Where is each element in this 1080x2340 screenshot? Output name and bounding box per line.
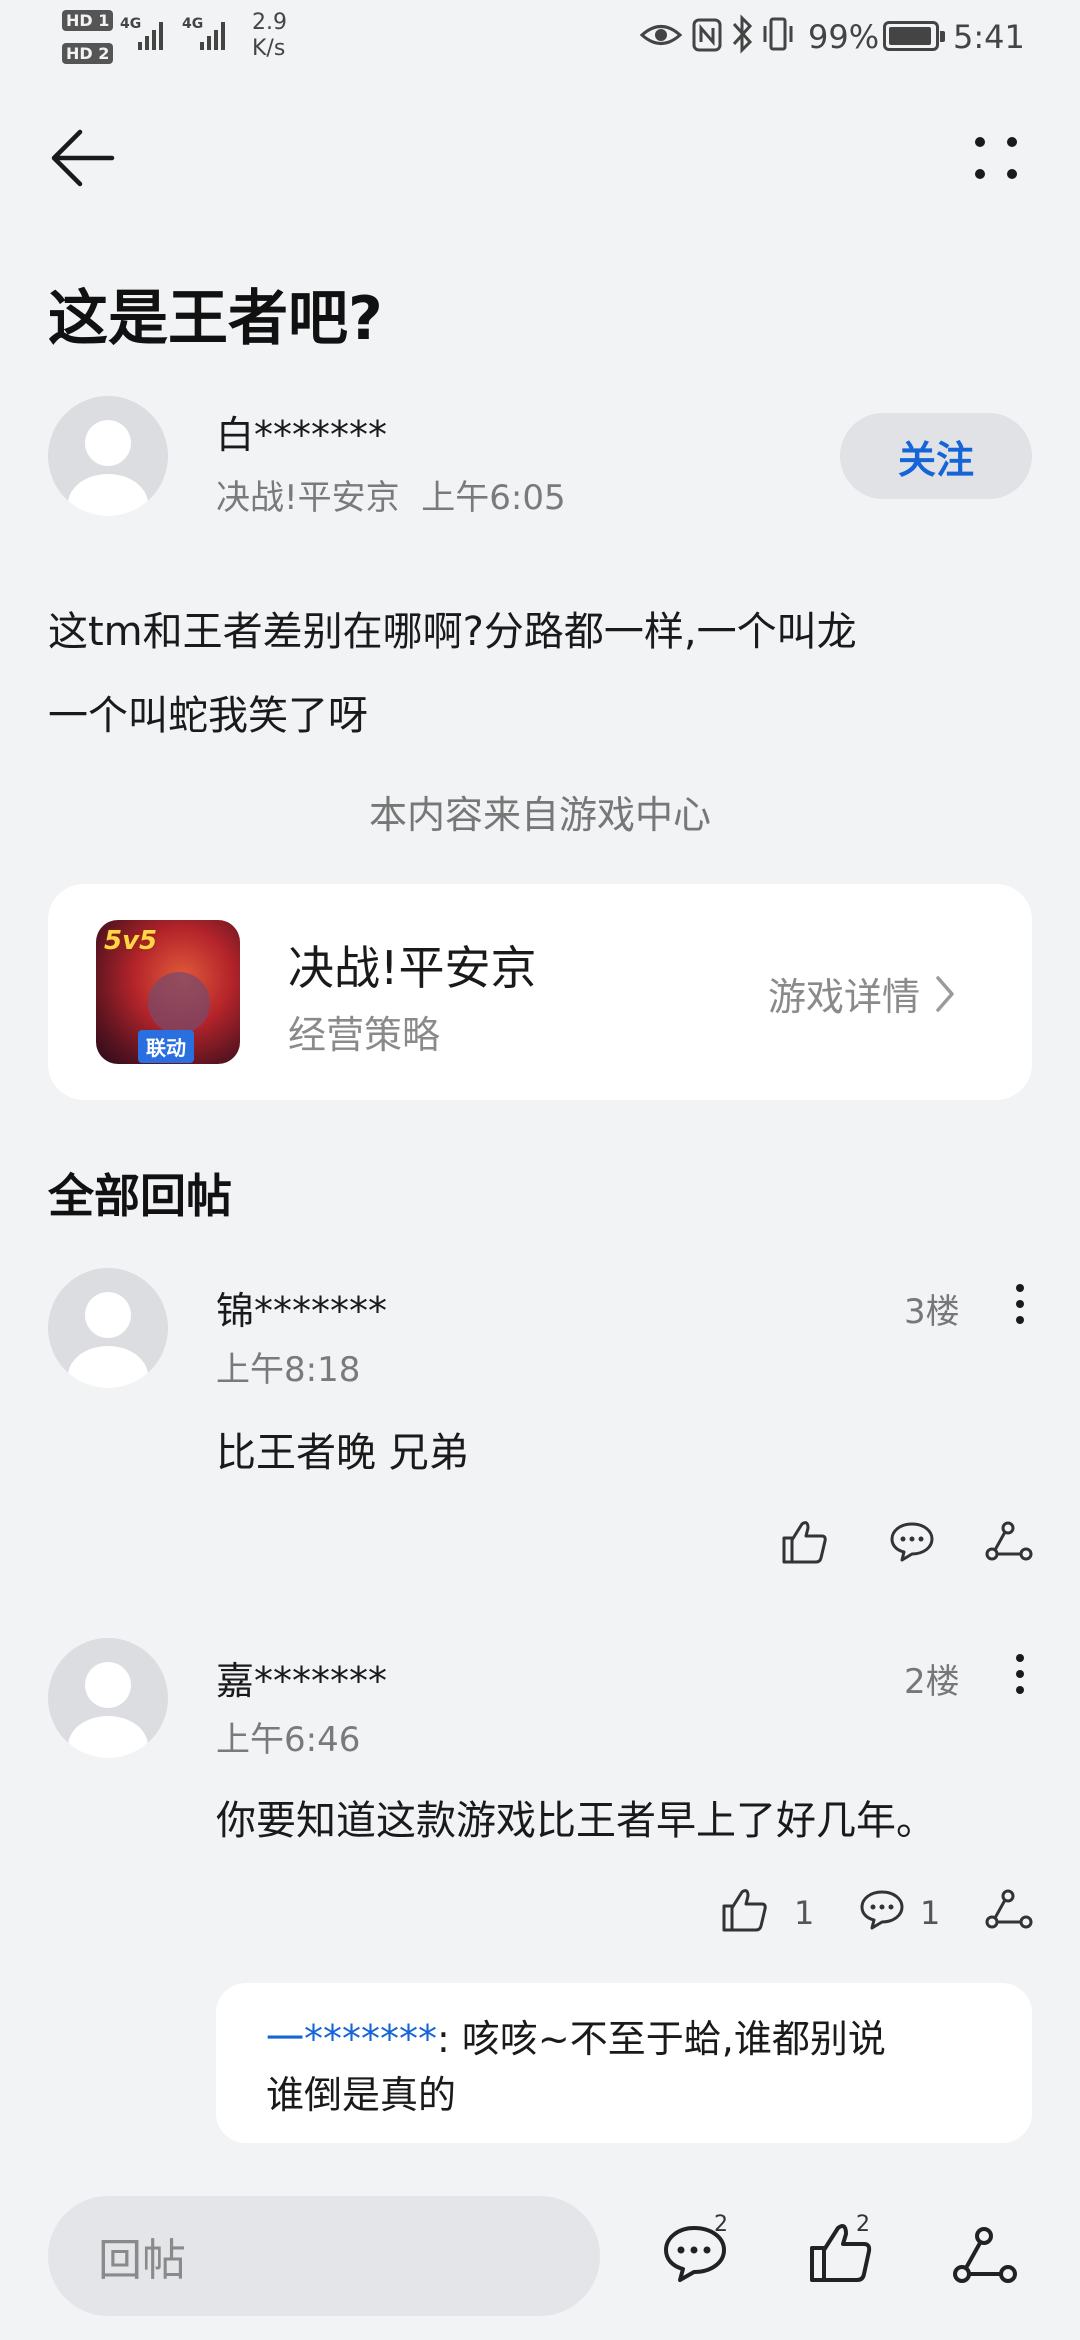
share-icon[interactable] (984, 1520, 1034, 1564)
more-dots-icon[interactable] (966, 128, 1026, 188)
post-game: 决战!平安京 (216, 478, 400, 518)
net-speed-value: 2.9 (252, 10, 287, 35)
reply-avatar[interactable] (48, 1268, 168, 1388)
author-avatar[interactable] (48, 396, 168, 516)
game-icon-tag: 联动 (138, 1030, 194, 1063)
bottom-comment-count: 2 (714, 2212, 728, 2237)
vibrate-icon (763, 17, 793, 51)
reply-floor: 2楼 (904, 1662, 960, 1702)
comment-icon[interactable] (888, 1520, 936, 1564)
reply-author[interactable]: 锦******* (216, 1280, 387, 1335)
share-icon[interactable] (950, 2224, 1020, 2288)
author-name[interactable]: 白******* (216, 404, 387, 459)
back-arrow-icon[interactable] (48, 126, 118, 190)
sub-reply-separator: : (437, 2017, 450, 2061)
reply-floor: 3楼 (904, 1292, 960, 1332)
bottom-like-count: 2 (856, 2212, 870, 2237)
reply-author[interactable]: 嘉******* (216, 1650, 387, 1705)
eye-icon (640, 25, 682, 45)
hd1-indicator: HD 1 (62, 10, 114, 31)
post-body-line: 一个叫蛇我笑了呀 (48, 693, 368, 739)
follow-button[interactable]: 关注 (840, 413, 1032, 499)
reply-time: 上午6:46 (216, 1720, 361, 1760)
status-bar: HD 1 HD 2 4G 4G 2.9 K/s 99% 5:41 (0, 0, 1080, 72)
game-detail-link[interactable]: 游戏详情 (768, 966, 956, 1021)
like-count: 1 (794, 1894, 815, 1932)
reply-input[interactable]: 回帖 (48, 2196, 600, 2316)
hd2-indicator: HD 2 (62, 43, 114, 64)
like-icon[interactable] (720, 1886, 770, 1934)
game-genre: 经营策略 (288, 1013, 441, 1057)
game-icon[interactable]: 5v5 联动 (96, 920, 240, 1064)
post-meta: 决战!平安京 上午6:05 (216, 470, 566, 519)
battery-percent: 99% (808, 18, 880, 56)
signal-2-icon (200, 20, 225, 50)
net-speed-unit: K/s (252, 36, 286, 61)
like-icon[interactable] (780, 1518, 830, 1566)
signal-1-icon (138, 20, 163, 50)
post-body-line: 这tm和王者差别在哪啊?分路都一样,一个叫龙 (48, 609, 857, 655)
bluetooth-icon (732, 14, 753, 54)
reply-more-icon[interactable] (1004, 1280, 1036, 1328)
game-name: 决战!平安京 (288, 941, 537, 995)
reply-avatar[interactable] (48, 1638, 168, 1758)
reply-text: 你要知道这款游戏比王者早上了好几年。 (216, 1798, 936, 1844)
game-card[interactable]: 5v5 联动 决战!平安京 经营策略 游戏详情 (48, 884, 1032, 1100)
post-time: 上午6:05 (421, 478, 566, 518)
share-icon[interactable] (984, 1888, 1034, 1932)
chevron-right-icon (936, 975, 954, 1012)
clock: 5:41 (953, 18, 1025, 56)
reply-text: 比王者晚 兄弟 (216, 1430, 469, 1476)
replies-section-title: 全部回帖 (48, 1169, 232, 1223)
sub-reply-text: 谁倒是真的 (266, 2073, 457, 2117)
comment-count: 1 (920, 1894, 941, 1932)
reply-more-icon[interactable] (1004, 1650, 1036, 1698)
post-body: 这tm和王者差别在哪啊?分路都一样,一个叫龙 一个叫蛇我笑了呀 (48, 590, 1038, 758)
source-note: 本内容来自游戏中心 (368, 793, 711, 837)
page-title: 这是王者吧? (48, 284, 383, 354)
battery-icon (883, 21, 945, 51)
nfc-icon (692, 18, 722, 52)
sub-reply-text: 咳咳~不至于蛤,谁都别说 (461, 2017, 886, 2061)
sub-reply[interactable]: 一*******: 咳咳~不至于蛤,谁都别说 谁倒是真的 (216, 1983, 1032, 2143)
comment-icon[interactable] (858, 1888, 906, 1932)
game-detail-label: 游戏详情 (768, 975, 921, 1019)
sub-reply-author[interactable]: 一******* (266, 2017, 437, 2061)
game-icon-badge: 5v5 (104, 926, 158, 956)
reply-time: 上午8:18 (216, 1350, 361, 1390)
